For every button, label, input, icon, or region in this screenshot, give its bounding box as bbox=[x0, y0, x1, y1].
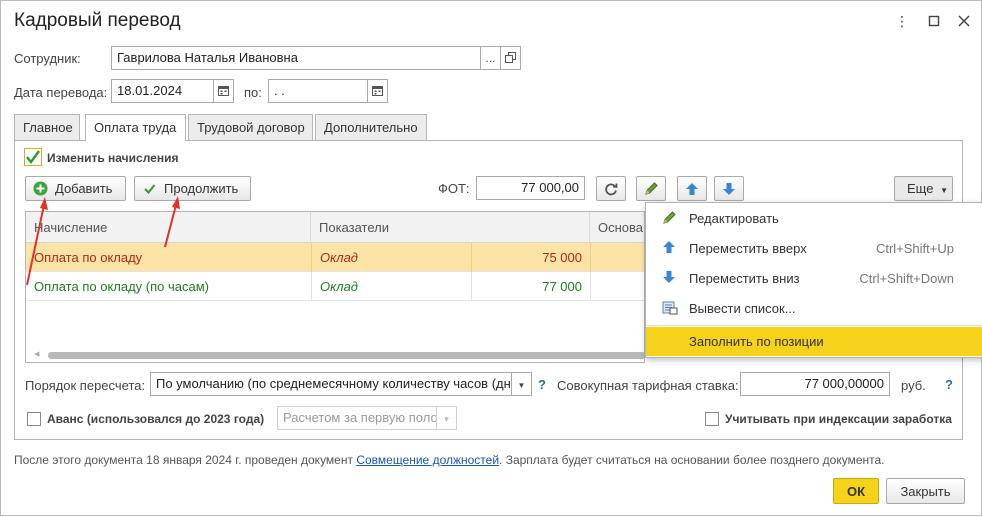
employee-label: Сотрудник: bbox=[14, 51, 81, 66]
add-button[interactable]: Добавить bbox=[25, 176, 126, 201]
more-button[interactable]: Еще ▼ bbox=[894, 176, 953, 201]
close-icon[interactable] bbox=[956, 13, 972, 29]
menu-item-label: Переместить вверх bbox=[689, 241, 807, 256]
employee-select-button[interactable]: ... bbox=[480, 46, 501, 70]
kebab-menu-icon[interactable]: ⋮ bbox=[894, 13, 910, 29]
move-up-button[interactable] bbox=[677, 176, 707, 201]
help-icon[interactable]: ? bbox=[945, 377, 953, 392]
fot-field: 77 000,00 bbox=[476, 176, 585, 200]
arrow-up-icon bbox=[686, 183, 698, 195]
accrual-cell: Оплата по окладу (по часам) bbox=[34, 279, 209, 294]
arrow-down-icon bbox=[723, 183, 735, 195]
menu-item-edit[interactable]: Редактировать bbox=[646, 204, 982, 233]
tariff-field[interactable]: 77 000,00000 bbox=[740, 372, 890, 396]
recalc-dropdown-button[interactable]: ▼ bbox=[511, 372, 532, 396]
calendar-icon[interactable] bbox=[213, 79, 234, 103]
change-accruals-label: Изменить начисления bbox=[47, 151, 179, 165]
amount-cell: 77 000 bbox=[471, 272, 590, 301]
column-header[interactable]: Начисление bbox=[26, 212, 311, 243]
fot-label: ФОТ: bbox=[438, 181, 470, 196]
table-header: Начисление Показатели Основа bbox=[26, 212, 644, 243]
menu-item-label: Заполнить по позиции bbox=[689, 334, 824, 349]
advance-select[interactable]: Расчетом за первую поло bbox=[277, 406, 437, 430]
dialog-window: Кадровый перевод ⋮ Сотрудник: Гаврилова … bbox=[0, 0, 982, 516]
plus-circle-icon bbox=[33, 181, 48, 199]
edit-button[interactable] bbox=[636, 176, 666, 201]
date-to-label: по: bbox=[244, 85, 262, 100]
refresh-icon bbox=[605, 183, 618, 196]
menu-item-label: Редактировать bbox=[689, 211, 779, 226]
indexation-label: Учитывать при индексации заработка bbox=[725, 412, 952, 426]
tariff-label: Совокупная тарифная ставка: bbox=[557, 378, 739, 393]
indicator-cell: Оклад bbox=[311, 272, 471, 301]
accrual-cell: Оплата по окладу bbox=[34, 250, 143, 265]
open-link-icon[interactable] bbox=[500, 46, 521, 70]
base-cell bbox=[590, 272, 644, 301]
advance-dropdown-button[interactable]: ▼ bbox=[436, 406, 457, 430]
column-header[interactable]: Основа bbox=[590, 212, 644, 243]
tab-payment[interactable]: Оплата труда bbox=[85, 114, 186, 141]
combination-document-link[interactable]: Совмещение должностей bbox=[356, 453, 499, 467]
advance-label: Аванс (использовался до 2023 года) bbox=[47, 412, 265, 426]
move-down-button[interactable] bbox=[714, 176, 744, 201]
arrow-up-icon bbox=[662, 240, 678, 256]
window-title: Кадровый перевод bbox=[14, 10, 181, 31]
recalc-label: Порядок пересчета: bbox=[25, 378, 146, 393]
accruals-table[interactable]: Начисление Показатели Основа Оплата по о… bbox=[25, 211, 645, 363]
employee-field[interactable]: Гаврилова Наталья Ивановна bbox=[111, 46, 481, 70]
add-label: Добавить bbox=[55, 181, 113, 196]
base-cell bbox=[590, 243, 644, 272]
amount-cell: 75 000 bbox=[471, 243, 590, 272]
calendar-icon[interactable] bbox=[367, 79, 388, 103]
transfer-date-label: Дата перевода: bbox=[14, 85, 108, 100]
menu-item-label: Переместить вниз bbox=[689, 271, 800, 286]
menu-item-output-list[interactable]: Вывести список... bbox=[646, 294, 982, 323]
chevron-down-icon: ▼ bbox=[940, 186, 948, 195]
chevron-down-icon: ▼ bbox=[442, 415, 451, 424]
menu-item-fill-by-position[interactable]: Заполнить по позиции bbox=[646, 327, 982, 356]
tab-main[interactable]: Главное bbox=[14, 114, 80, 140]
continue-button[interactable]: Продолжить bbox=[134, 176, 251, 201]
scroll-left-icon[interactable]: ◀ bbox=[34, 350, 39, 358]
change-accruals-checkbox[interactable] bbox=[24, 148, 42, 166]
table-row[interactable]: Оплата по окладу (по часам) Оклад 77 000 bbox=[26, 272, 644, 301]
footer-note-text: . Зарплата будет считаться на основании … bbox=[499, 453, 885, 467]
arrow-down-icon bbox=[662, 270, 678, 286]
transfer-date-field[interactable]: 18.01.2024 bbox=[111, 79, 214, 103]
column-header[interactable]: Показатели bbox=[311, 212, 590, 243]
menu-item-label: Вывести список... bbox=[689, 301, 796, 316]
continue-label: Продолжить bbox=[164, 181, 239, 196]
menu-item-shortcut: Ctrl+Shift+Down bbox=[859, 271, 954, 286]
indicator-cell: Оклад bbox=[311, 243, 471, 272]
table-row[interactable]: Оплата по окладу Оклад 75 000 bbox=[26, 243, 644, 272]
ok-button[interactable]: ОК bbox=[833, 478, 879, 504]
tab-additional[interactable]: Дополнительно bbox=[315, 114, 427, 140]
tab-labor-contract[interactable]: Трудовой договор bbox=[188, 114, 313, 140]
help-icon[interactable]: ? bbox=[538, 377, 546, 392]
date-to-field[interactable]: . . bbox=[268, 79, 368, 103]
menu-item-move-up[interactable]: Переместить вверх Ctrl+Shift+Up bbox=[646, 234, 982, 263]
footer-note-text: После этого документа 18 января 2024 г. … bbox=[14, 453, 357, 467]
list-output-icon bbox=[662, 300, 678, 316]
more-label: Еще bbox=[907, 181, 934, 196]
chevron-down-icon: ▼ bbox=[517, 381, 526, 390]
menu-item-move-down[interactable]: Переместить вниз Ctrl+Shift+Down bbox=[646, 264, 982, 293]
refresh-button[interactable] bbox=[596, 176, 626, 201]
menu-divider bbox=[646, 325, 982, 326]
advance-checkbox[interactable] bbox=[27, 412, 41, 426]
indexation-checkbox[interactable] bbox=[705, 412, 719, 426]
maximize-icon[interactable] bbox=[926, 13, 942, 29]
pencil-icon bbox=[662, 210, 678, 226]
menu-item-shortcut: Ctrl+Shift+Up bbox=[875, 241, 954, 256]
check-icon bbox=[143, 182, 156, 198]
pencil-icon bbox=[644, 182, 658, 195]
currency-label: руб. bbox=[901, 378, 926, 393]
more-context-menu: Редактировать Переместить вверх Ctrl+Shi… bbox=[645, 202, 982, 358]
recalc-select[interactable]: По умолчанию (по среднемесячному количес… bbox=[150, 372, 512, 396]
close-button[interactable]: Закрыть bbox=[886, 478, 965, 504]
footer-note: После этого документа 18 января 2024 г. … bbox=[14, 453, 884, 467]
horizontal-scrollbar[interactable] bbox=[48, 352, 644, 359]
